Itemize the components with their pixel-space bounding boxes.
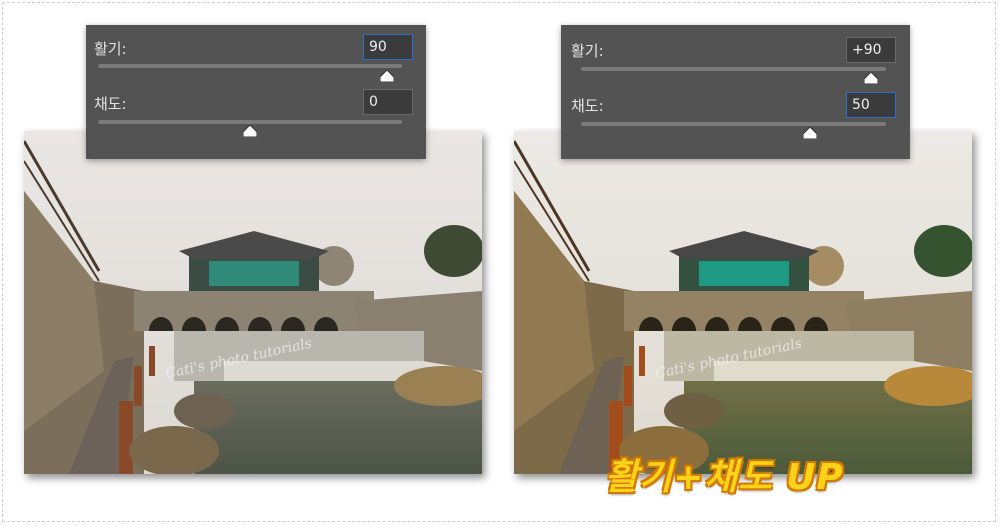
vibrance-label: 활기: (94, 40, 127, 58)
adjustment-panel-after: 활기: +90 채도: 50 (561, 25, 910, 159)
saturation-label: 채도: (571, 97, 604, 115)
vibrance-input[interactable]: +90 (846, 37, 896, 63)
vibrance-label: 활기: (571, 42, 604, 60)
saturation-slider-track[interactable] (98, 120, 402, 124)
saturation-input[interactable]: 0 (363, 89, 413, 115)
vibrance-slider-thumb[interactable] (379, 70, 394, 82)
saturation-slider-thumb[interactable] (243, 125, 257, 137)
caption-vibrance-saturation-up: 활기+채도 UP (605, 457, 844, 498)
saturation-slider-thumb[interactable] (802, 127, 817, 139)
before-photo: Cati's photo tutorials (24, 131, 482, 474)
vibrance-slider-track[interactable] (98, 64, 402, 68)
after-photo: Cati's photo tutorials (514, 131, 972, 474)
saturation-slider-track[interactable] (581, 122, 886, 126)
vibrance-input[interactable]: 90 (363, 34, 413, 60)
saturation-label: 채도: (94, 95, 127, 113)
vibrance-slider-track[interactable] (581, 67, 886, 71)
adjustment-panel-before: 활기: 90 채도: 0 (86, 25, 426, 159)
hwahongmun-photo-after: Cati's photo tutorials (514, 131, 972, 474)
vibrance-slider-thumb[interactable] (863, 72, 878, 84)
hwahongmun-photo-before: Cati's photo tutorials (24, 131, 482, 474)
saturation-input[interactable]: 50 (846, 92, 896, 118)
